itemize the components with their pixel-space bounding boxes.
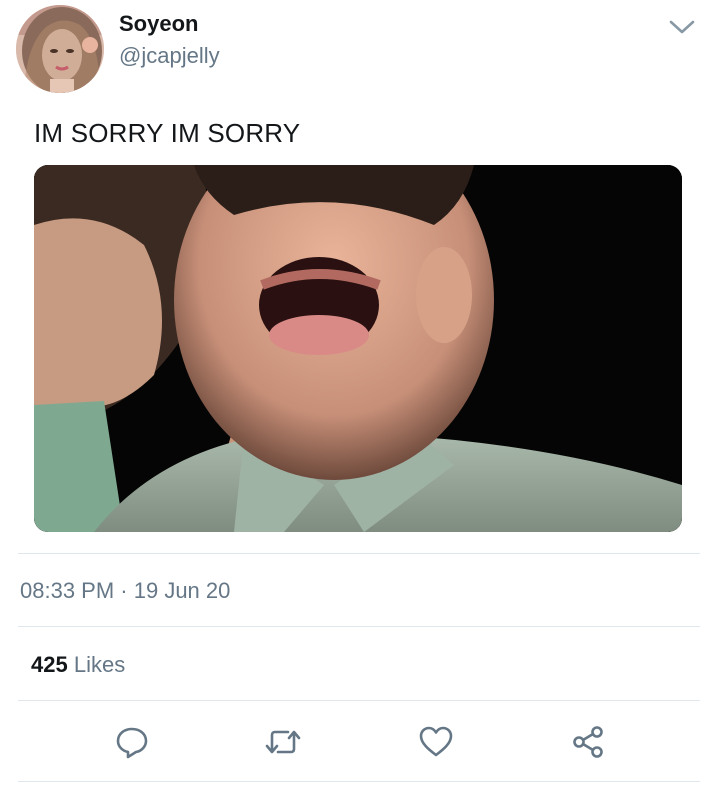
- likes-number: 425: [31, 652, 68, 677]
- reply-icon: [116, 727, 148, 759]
- likes-count[interactable]: 425 Likes: [31, 652, 125, 678]
- like-button[interactable]: [416, 722, 456, 762]
- likes-label: Likes: [73, 652, 126, 677]
- share-icon: [573, 726, 603, 758]
- author-handle[interactable]: @jcapjelly: [119, 43, 220, 69]
- share-button[interactable]: [568, 722, 608, 762]
- tweet-text: IM SORRY IM SORRY: [34, 118, 301, 148]
- chevron-down-icon: [669, 20, 695, 34]
- more-options-button[interactable]: [667, 14, 697, 38]
- reply-button[interactable]: [112, 722, 152, 762]
- media-image: [34, 165, 682, 532]
- timestamp-separator: ·: [114, 578, 134, 603]
- tweet-date: 19 Jun 20: [133, 578, 231, 603]
- divider: [18, 781, 700, 782]
- divider: [18, 626, 700, 627]
- tweet-time: 08:33 PM: [20, 578, 115, 603]
- heart-icon: [419, 726, 453, 757]
- retweet-button[interactable]: [263, 722, 303, 762]
- author-name[interactable]: Soyeon: [119, 11, 198, 37]
- avatar[interactable]: [16, 5, 104, 93]
- divider: [18, 553, 700, 554]
- retweet-icon: [265, 730, 301, 754]
- divider: [18, 700, 700, 701]
- tweet-timestamp[interactable]: 08:33 PM · 19 Jun 20: [20, 578, 230, 604]
- tweet-media[interactable]: [34, 165, 682, 532]
- avatar-image: [16, 5, 104, 93]
